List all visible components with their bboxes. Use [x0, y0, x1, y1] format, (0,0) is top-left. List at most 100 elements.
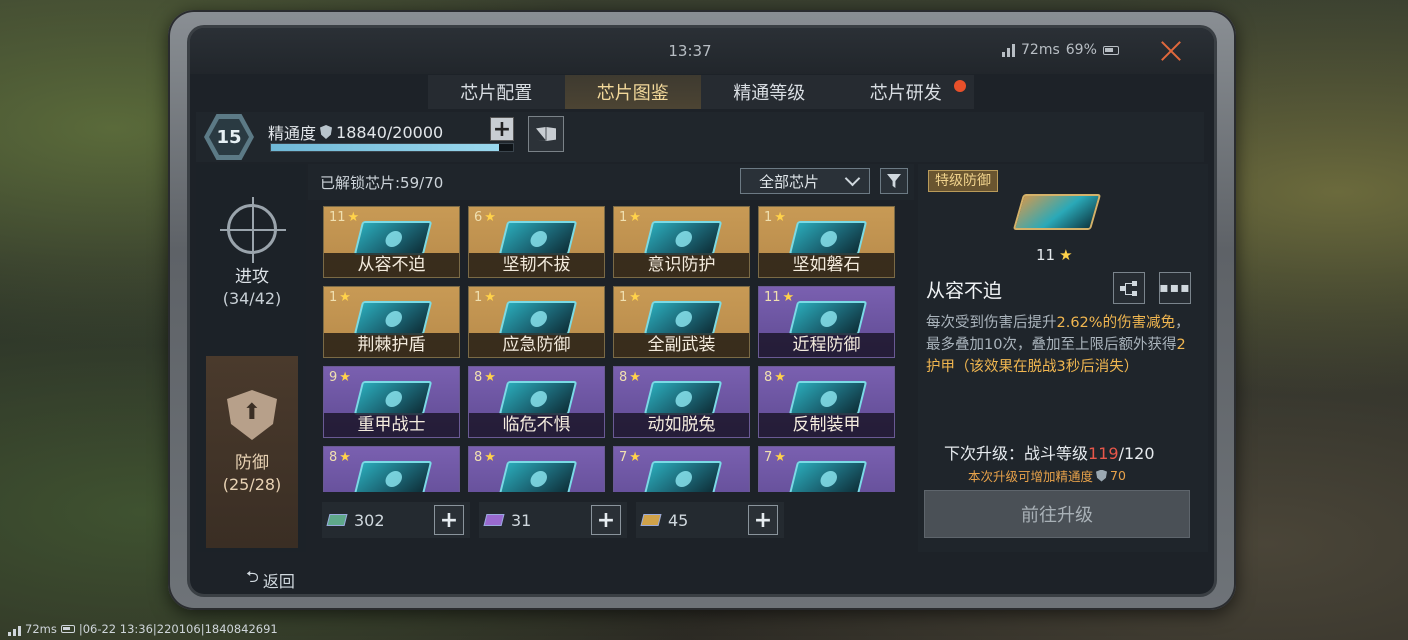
- chip-stars: 1 ★: [329, 290, 351, 305]
- tab-chip-config[interactable]: 芯片配置: [428, 75, 565, 109]
- star-icon: ★: [484, 450, 496, 465]
- mastery-value: 18840/20000: [336, 122, 444, 142]
- chip-card[interactable]: 1 ★ 荆棘护盾: [323, 286, 460, 358]
- star-count: 7: [764, 450, 773, 465]
- goto-upgrade-button[interactable]: 前往升级: [924, 490, 1190, 538]
- star-count: 1: [619, 290, 628, 305]
- green-chip-icon: [326, 514, 348, 526]
- network-status: 72ms 69%: [1002, 42, 1119, 58]
- chip-name: 坚如磐石: [759, 253, 894, 277]
- chip-stars: 8 ★: [764, 370, 786, 385]
- selected-chip-stars: 11 ★: [1036, 246, 1073, 264]
- next-upgrade-current: 119: [1088, 444, 1119, 463]
- star-icon: ★: [774, 450, 786, 465]
- chip-card[interactable]: 11 ★ 近程防御: [758, 286, 895, 358]
- filter-button[interactable]: [880, 168, 908, 194]
- gain-value: 70: [1110, 468, 1126, 483]
- chip-name: 意识防护: [614, 253, 749, 277]
- chip-stars: 8 ★: [474, 450, 496, 465]
- chip-icon: [353, 381, 433, 415]
- crosshair-icon: [220, 197, 286, 263]
- star-count: 11: [329, 210, 346, 225]
- star-icon: ★: [347, 210, 360, 225]
- chip-grid: 11 ★ 从容不迫 6 ★ 坚韧不拔 1 ★ 意识防护 1 ★ 坚如磐石 1 ★ 荆棘护盾 1 ★ 应急防御 1 ★ 全…: [318, 202, 908, 492]
- close-icon[interactable]: [1158, 38, 1184, 64]
- chip-name: 重甲战士: [324, 413, 459, 437]
- chip-icon: [353, 301, 433, 335]
- chip-card[interactable]: 1 ★ 应急防御: [468, 286, 605, 358]
- more-button[interactable]: ▪▪▪: [1159, 272, 1191, 304]
- chip-grid-viewport[interactable]: 11 ★ 从容不迫 6 ★ 坚韧不拔 1 ★ 意识防护 1 ★ 坚如磐石 1 ★ 荆棘护盾 1 ★ 应急防御 1 ★ 全…: [318, 202, 908, 492]
- chip-stars: 8 ★: [619, 370, 641, 385]
- chip-card[interactable]: 1 ★ 意识防护: [613, 206, 750, 278]
- chip-card[interactable]: 1 ★ 全副武装: [613, 286, 750, 358]
- back-label: 返回: [262, 571, 295, 591]
- chip-card[interactable]: 8 ★: [468, 446, 605, 492]
- signal-icon: [1002, 43, 1015, 57]
- tab-label: 芯片配置: [460, 83, 533, 104]
- star-icon: ★: [774, 210, 786, 225]
- tree-icon: [1120, 281, 1138, 295]
- chip-stars: 9 ★: [329, 370, 351, 385]
- chip-card[interactable]: 8 ★ 动如脱兔: [613, 366, 750, 438]
- tab-label: 精通等级: [733, 83, 806, 104]
- star-icon: ★: [339, 290, 351, 305]
- chip-filter-dropdown[interactable]: 全部芯片: [740, 168, 870, 194]
- purple-chip-icon: [483, 514, 505, 526]
- chip-card[interactable]: 8 ★: [323, 446, 460, 492]
- star-count: 1: [764, 210, 773, 225]
- clock-time: 13:37: [668, 42, 712, 60]
- resource-purple: 31 +: [479, 502, 627, 538]
- battery-icon: [60, 625, 75, 633]
- star-icon: ★: [629, 370, 641, 385]
- chip-card[interactable]: 8 ★ 临危不惧: [468, 366, 605, 438]
- star-icon: ★: [484, 370, 496, 385]
- chip-card[interactable]: 7 ★: [758, 446, 895, 492]
- category-attack[interactable]: 进攻 (34/42): [206, 170, 298, 352]
- star-count: 11: [1036, 246, 1056, 264]
- chip-card[interactable]: 9 ★ 重甲战士: [323, 366, 460, 438]
- add-resource-button[interactable]: +: [434, 505, 464, 535]
- chip-stars: 11 ★: [764, 290, 794, 305]
- chip-card[interactable]: 7 ★: [613, 446, 750, 492]
- resource-gold: 45 +: [636, 502, 784, 538]
- category-defense[interactable]: 防御 (25/28): [206, 356, 298, 548]
- codex-button[interactable]: [528, 116, 564, 152]
- add-resource-button[interactable]: +: [748, 505, 778, 535]
- star-count: 8: [619, 370, 628, 385]
- chip-card[interactable]: 11 ★ 从容不迫: [323, 206, 460, 278]
- status-info: |06-22 13:36|220106|1840842691: [78, 622, 278, 636]
- resource-green: 302 +: [322, 502, 470, 538]
- gain-text: 本次升级可增加精通度: [968, 469, 1094, 484]
- chip-card[interactable]: 6 ★ 坚韧不拔: [468, 206, 605, 278]
- chip-icon: [353, 461, 433, 492]
- chip-card[interactable]: 8 ★ 反制装甲: [758, 366, 895, 438]
- add-mastery-button[interactable]: +: [490, 117, 514, 142]
- chip-card[interactable]: 1 ★ 坚如磐石: [758, 206, 895, 278]
- tab-chip-research[interactable]: 芯片研发: [838, 75, 975, 109]
- resource-value: 31: [511, 510, 532, 530]
- star-count: 7: [619, 450, 628, 465]
- category-name: 防御: [235, 453, 269, 473]
- star-count: 8: [474, 450, 483, 465]
- back-arrow-icon: ⮌: [246, 567, 259, 586]
- tab-mastery-level[interactable]: 精通等级: [701, 75, 838, 109]
- chip-icon: [498, 461, 578, 492]
- chevron-down-icon: [845, 176, 861, 186]
- chip-name: 坚韧不拔: [469, 253, 604, 277]
- chip-name: 全副武装: [614, 333, 749, 357]
- chip-icon: [643, 221, 723, 255]
- chip-icon: [498, 301, 578, 335]
- next-upgrade-label: 下次升级：战斗等级: [944, 444, 1089, 463]
- signal-icon: [8, 623, 21, 636]
- back-button[interactable]: ⮌ 返回: [246, 566, 295, 593]
- chip-stars: 11 ★: [329, 210, 359, 225]
- add-resource-button[interactable]: +: [591, 505, 621, 535]
- star-count: 1: [474, 290, 483, 305]
- more-icon: ▪▪▪: [1159, 280, 1191, 296]
- chip-icon: [788, 301, 868, 335]
- star-icon: ★: [484, 290, 496, 305]
- tab-chip-catalog[interactable]: 芯片图鉴: [564, 75, 701, 109]
- share-button[interactable]: [1113, 272, 1145, 304]
- resource-value: 45: [668, 510, 689, 530]
